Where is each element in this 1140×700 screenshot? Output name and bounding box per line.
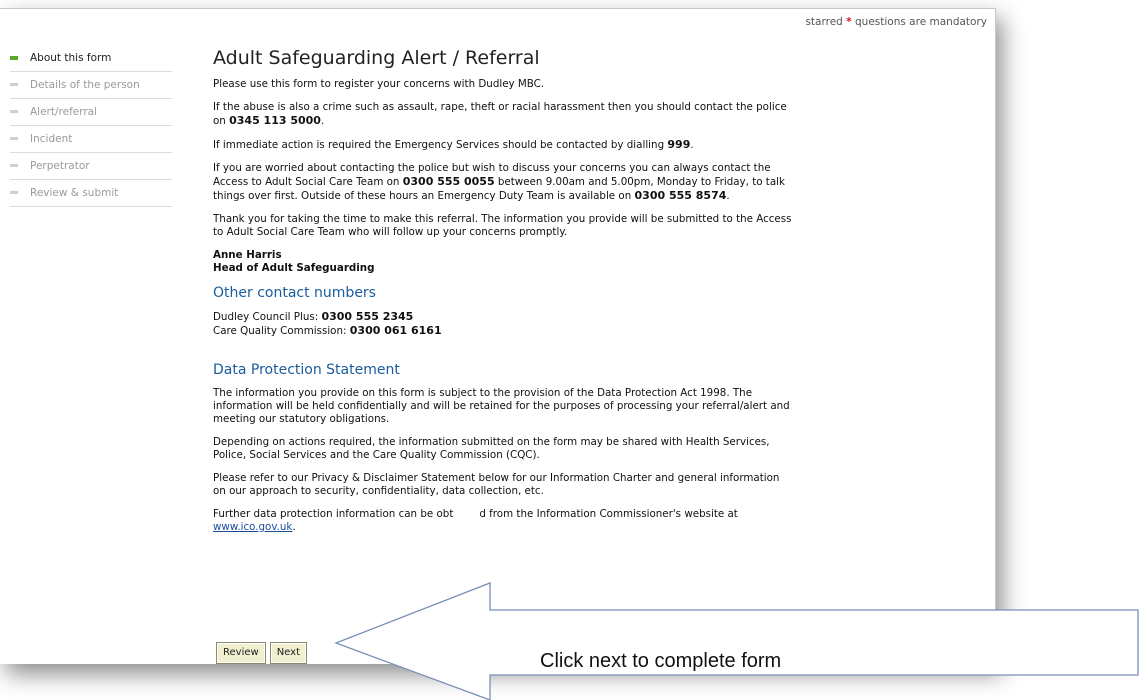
step-marker-icon [10, 83, 18, 86]
contact-row: Care Quality Commission: 0300 061 6161 [213, 324, 793, 338]
step-marker-icon [10, 137, 18, 140]
sidebar-item-label: Details of the person [30, 79, 140, 91]
callout-text: Click next to complete form [540, 650, 782, 672]
sidebar-item-label: About this form [30, 52, 112, 64]
emergency-paragraph: If immediate action is required the Emer… [213, 138, 793, 152]
active-step-marker-icon [10, 56, 18, 60]
signature-name: Anne Harris [213, 249, 282, 261]
emergency-number: 999 [667, 138, 691, 151]
dp-paragraph-ico: Further data protection information can … [213, 508, 793, 534]
duty-team-number: 0300 555 8574 [634, 189, 727, 202]
dp-paragraph: Please refer to our Privacy & Disclaimer… [213, 472, 780, 497]
browser-window: starred * questions are mandatory About … [0, 8, 996, 664]
contacts-list: Dudley Council Plus: 0300 555 2345 Care … [213, 310, 793, 338]
review-button[interactable]: Review [216, 642, 266, 664]
sidebar-item-label: Review & submit [30, 187, 119, 199]
access-team-number: 0300 555 0055 [402, 175, 495, 188]
worried-paragraph: If you are worried about contacting the … [213, 162, 793, 203]
step-marker-icon [10, 191, 18, 194]
sidebar-item-label: Incident [30, 133, 73, 145]
next-button[interactable]: Next [269, 642, 307, 664]
required-star: * [846, 16, 852, 28]
sidebar-item-label: Perpetrator [30, 160, 90, 172]
ico-text-a: Further data protection information can … [213, 508, 454, 520]
period: . [320, 115, 325, 127]
contacts-heading: Other contact numbers [213, 285, 376, 301]
step-marker-icon [10, 164, 18, 167]
period: . [726, 190, 730, 202]
step-marker-icon [10, 110, 18, 113]
sidebar-item-perpetrator[interactable]: Perpetrator [10, 153, 172, 180]
contact-label: Dudley Council Plus: [213, 311, 319, 323]
ico-link[interactable]: www.ico.gov.uk [213, 521, 292, 533]
form-buttons: Review Next [216, 642, 307, 664]
contact-row: Dudley Council Plus: 0300 555 2345 [213, 310, 793, 324]
ico-text-b: d from the Information Commissioner's we… [479, 508, 738, 520]
sidebar-item-alert-referral[interactable]: Alert/referral [10, 99, 172, 126]
mandatory-prefix: starred [805, 16, 843, 28]
sidebar-item-details[interactable]: Details of the person [10, 72, 172, 99]
ico-suffix: . [292, 521, 296, 533]
contact-label: Care Quality Commission: [213, 325, 347, 337]
intro-text: Please use this form to register your co… [213, 78, 545, 90]
page-title: Adult Safeguarding Alert / Referral [213, 47, 540, 69]
sidebar-item-about[interactable]: About this form [10, 45, 172, 72]
form-steps-sidebar: About this form Details of the person Al… [10, 45, 172, 207]
period: . [690, 139, 694, 151]
sidebar-item-incident[interactable]: Incident [10, 126, 172, 153]
signature-title: Head of Adult Safeguarding [213, 262, 375, 274]
dp-paragraph: Depending on actions required, the infor… [213, 436, 770, 461]
crime-paragraph: If the abuse is also a crime such as ass… [213, 101, 793, 128]
dp-paragraph: The information you provide on this form… [213, 387, 790, 425]
data-protection-heading: Data Protection Statement [213, 362, 400, 378]
police-number: 0345 113 5000 [229, 114, 321, 127]
thanks-paragraph: Thank you for taking the time to make th… [213, 213, 792, 238]
emergency-text: If immediate action is required the Emer… [213, 139, 665, 151]
contact-number: 0300 061 6161 [349, 324, 442, 337]
contact-number: 0300 555 2345 [321, 310, 414, 323]
sidebar-item-review-submit[interactable]: Review & submit [10, 180, 172, 207]
mandatory-note: starred * questions are mandatory [805, 16, 987, 28]
mandatory-suffix: questions are mandatory [855, 16, 987, 28]
signature: Anne Harris Head of Adult Safeguarding [213, 249, 793, 275]
form-content: Adult Safeguarding Alert / Referral Plea… [213, 47, 793, 544]
sidebar-item-label: Alert/referral [30, 106, 98, 118]
